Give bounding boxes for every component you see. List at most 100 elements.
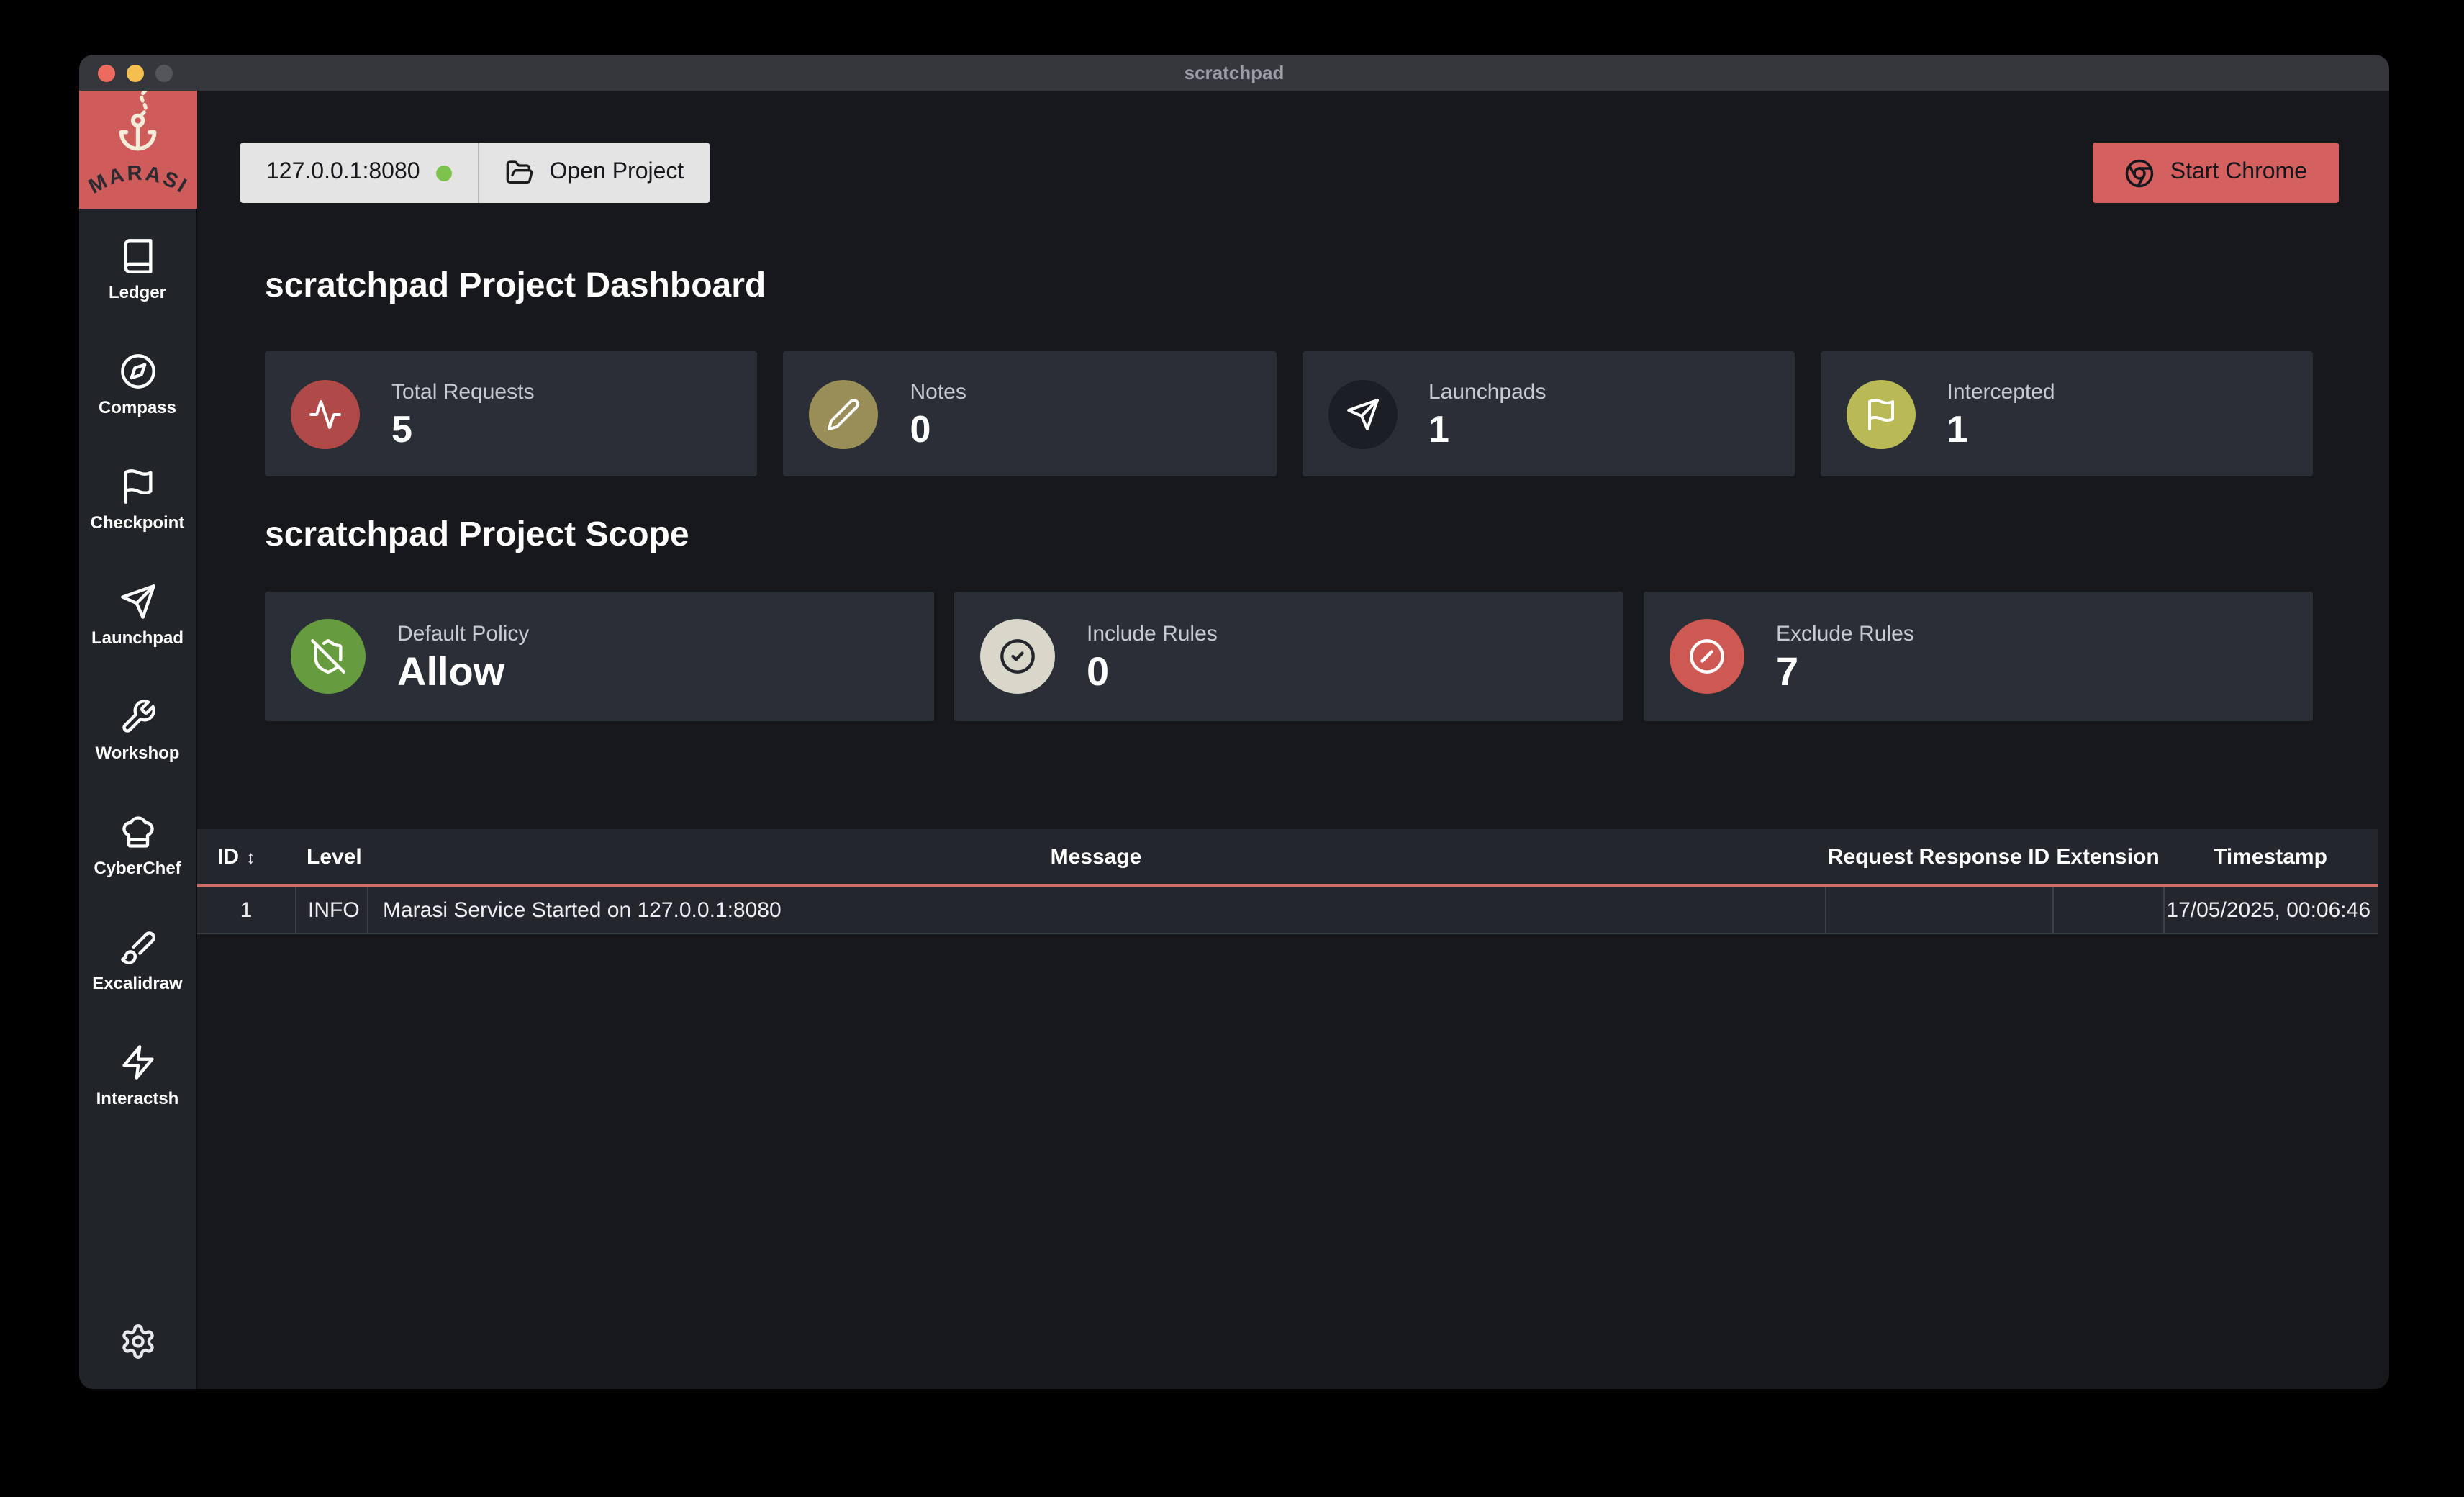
zoom-window-button[interactable] (155, 64, 173, 81)
stat-card-launchpads: Launchpads 1 (1302, 351, 1795, 476)
sidebar-item-label: Workshop (96, 743, 180, 763)
log-table-header: ID ↕ Level Message Request Response ID E… (197, 829, 2378, 887)
sidebar-item-workshop[interactable]: Workshop (79, 684, 196, 799)
stat-card-total-requests: Total Requests 5 (265, 351, 758, 476)
stat-icon-circle (1328, 379, 1397, 448)
dashboard-title: scratchpad Project Dashboard (265, 266, 2313, 307)
scope-value: 7 (1776, 651, 1914, 692)
minimize-window-button[interactable] (127, 64, 144, 81)
scope-title: scratchpad Project Scope (265, 515, 2313, 556)
stat-label: Launchpads (1428, 380, 1546, 404)
stat-value: 1 (1428, 410, 1546, 448)
flag-icon (1864, 397, 1898, 431)
shield-off-icon (309, 638, 347, 675)
sidebar-item-label: Checkpoint (91, 512, 185, 533)
sidebar-item-cyberchef[interactable]: CyberChef (79, 799, 196, 914)
log-table: ID ↕ Level Message Request Response ID E… (197, 829, 2378, 934)
sidebar-item-checkpoint[interactable]: Checkpoint (79, 453, 196, 569)
stat-label: Intercepted (1947, 380, 2055, 404)
scope-label: Exclude Rules (1776, 621, 1914, 646)
stat-label: Notes (910, 380, 966, 404)
marasi-logo[interactable]: MARASI (79, 91, 196, 209)
column-header-extension: Extension (2052, 844, 2163, 869)
stats-row: Total Requests 5 Notes (265, 351, 2313, 476)
stat-card-intercepted: Intercepted 1 (1821, 351, 2314, 476)
sidebar-item-compass[interactable]: Compass (79, 338, 196, 453)
chef-hat-icon (119, 813, 156, 851)
cell-extension (2052, 887, 2163, 934)
wrench-icon (119, 698, 156, 736)
start-chrome-label: Start Chrome (2170, 160, 2307, 186)
anchor-icon: MARASI (79, 91, 196, 209)
app-window: scratchpad MARASI (79, 55, 2389, 1389)
chrome-icon (2124, 158, 2155, 188)
sidebar: MARASI Ledger (79, 91, 197, 1389)
stat-card-notes: Notes 0 (784, 351, 1277, 476)
scope-label: Default Policy (397, 621, 529, 646)
scope-icon-circle (1670, 619, 1744, 694)
gear-icon (119, 1323, 156, 1360)
scope-value: 0 (1087, 651, 1218, 692)
stat-icon-circle (291, 379, 360, 448)
column-header-id[interactable]: ID ↕ (197, 844, 295, 869)
project-controls: 127.0.0.1:8080 Open Project (240, 143, 710, 203)
column-header-level: Level (295, 844, 367, 869)
sidebar-item-label: Ledger (109, 282, 166, 302)
open-project-button[interactable]: Open Project (479, 143, 710, 203)
brush-icon (119, 928, 156, 966)
scope-icon-circle (291, 619, 366, 694)
window-title: scratchpad (1185, 62, 1285, 83)
scope-card-include-rules: Include Rules 0 (954, 592, 1623, 721)
sidebar-nav: Ledger Compass Checkpoint (79, 223, 196, 1144)
circle-x-icon (1688, 638, 1726, 675)
toolbar: 127.0.0.1:8080 Open Project (240, 143, 2339, 203)
sidebar-item-excalidraw[interactable]: Excalidraw (79, 914, 196, 1029)
scope-card-default-policy: Default Policy Allow (265, 592, 934, 721)
stat-label: Total Requests (391, 380, 534, 404)
circle-check-icon (999, 638, 1036, 675)
desktop: scratchpad MARASI (0, 0, 2464, 1497)
cell-message: Marasi Service Started on 127.0.0.1:8080 (367, 887, 1825, 934)
compass-icon (119, 353, 156, 390)
proxy-address-button[interactable]: 127.0.0.1:8080 (240, 143, 479, 203)
proxy-status-dot (436, 165, 452, 181)
start-chrome-button[interactable]: Start Chrome (2093, 143, 2339, 203)
sidebar-item-launchpad[interactable]: Launchpad (79, 569, 196, 684)
send-icon (1345, 397, 1380, 431)
stat-icon-circle (1847, 379, 1916, 448)
sidebar-item-label: CyberChef (94, 858, 181, 878)
flag-icon (119, 468, 156, 505)
book-icon (119, 238, 156, 275)
sidebar-item-interactsh[interactable]: Interactsh (79, 1029, 196, 1144)
stat-value: 0 (910, 410, 966, 448)
cell-level: INFO (295, 887, 367, 934)
zap-icon (119, 1044, 156, 1081)
scope-label: Include Rules (1087, 621, 1218, 646)
settings-button[interactable] (119, 1323, 156, 1360)
proxy-address: 127.0.0.1:8080 (266, 160, 420, 186)
traffic-lights (98, 55, 173, 91)
cell-id: 1 (197, 887, 295, 934)
send-icon (119, 583, 156, 620)
sidebar-item-ledger[interactable]: Ledger (79, 223, 196, 338)
sidebar-item-label: Interactsh (96, 1088, 179, 1108)
sidebar-item-label: Launchpad (91, 628, 184, 648)
column-header-request-response-id: Request Response ID (1825, 844, 2052, 869)
scope-card-exclude-rules: Exclude Rules 7 (1644, 592, 2313, 721)
column-header-message: Message (367, 844, 1825, 869)
stat-icon-circle (810, 379, 879, 448)
sidebar-item-label: Excalidraw (92, 973, 182, 993)
column-header-timestamp: Timestamp (2163, 844, 2378, 869)
folder-open-icon (505, 158, 534, 187)
sort-icon[interactable]: ↕ (246, 846, 255, 867)
cell-request-response-id (1825, 887, 2052, 934)
table-row[interactable]: 1 INFO Marasi Service Started on 127.0.0… (197, 887, 2378, 934)
titlebar: scratchpad (79, 55, 2389, 91)
sidebar-item-label: Compass (99, 397, 176, 417)
pencil-icon (827, 397, 861, 431)
scope-value: Allow (397, 651, 529, 692)
close-window-button[interactable] (98, 64, 115, 81)
cell-timestamp: 17/05/2025, 00:06:46 (2163, 887, 2378, 934)
stat-value: 1 (1947, 410, 2055, 448)
scope-row: Default Policy Allow Include (265, 592, 2313, 721)
